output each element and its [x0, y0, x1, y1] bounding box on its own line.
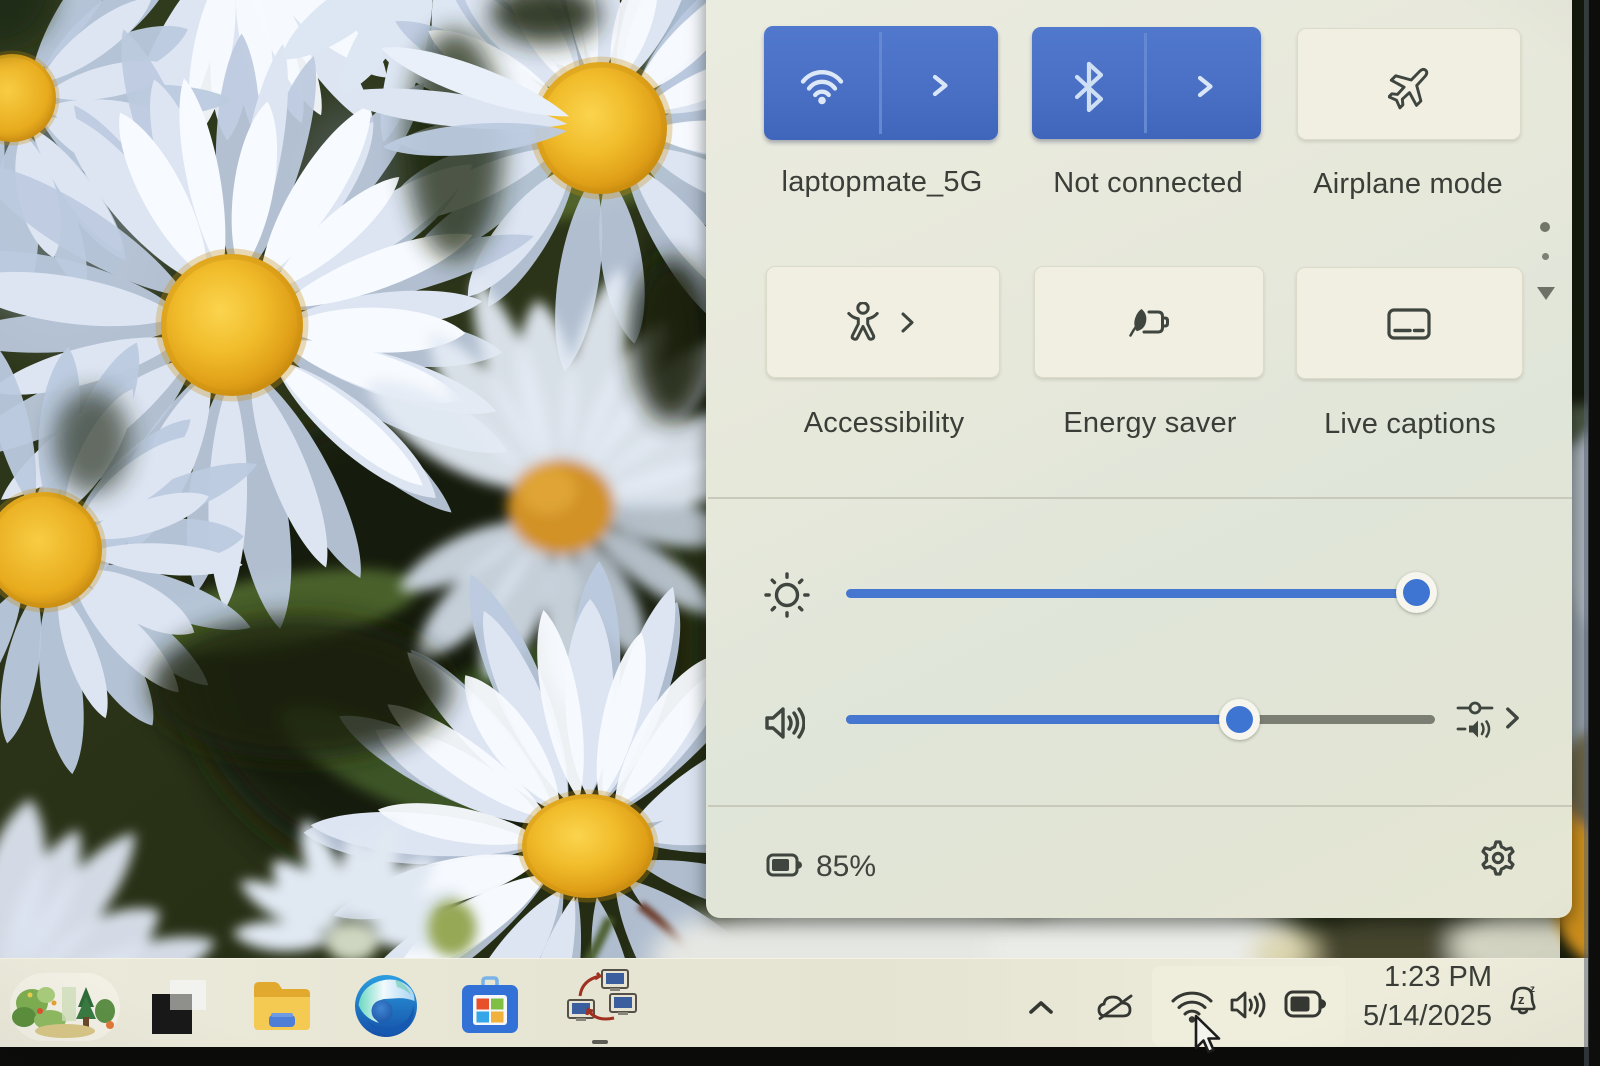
svg-text:z: z [1530, 984, 1535, 995]
svg-text:z: z [1518, 992, 1525, 1007]
